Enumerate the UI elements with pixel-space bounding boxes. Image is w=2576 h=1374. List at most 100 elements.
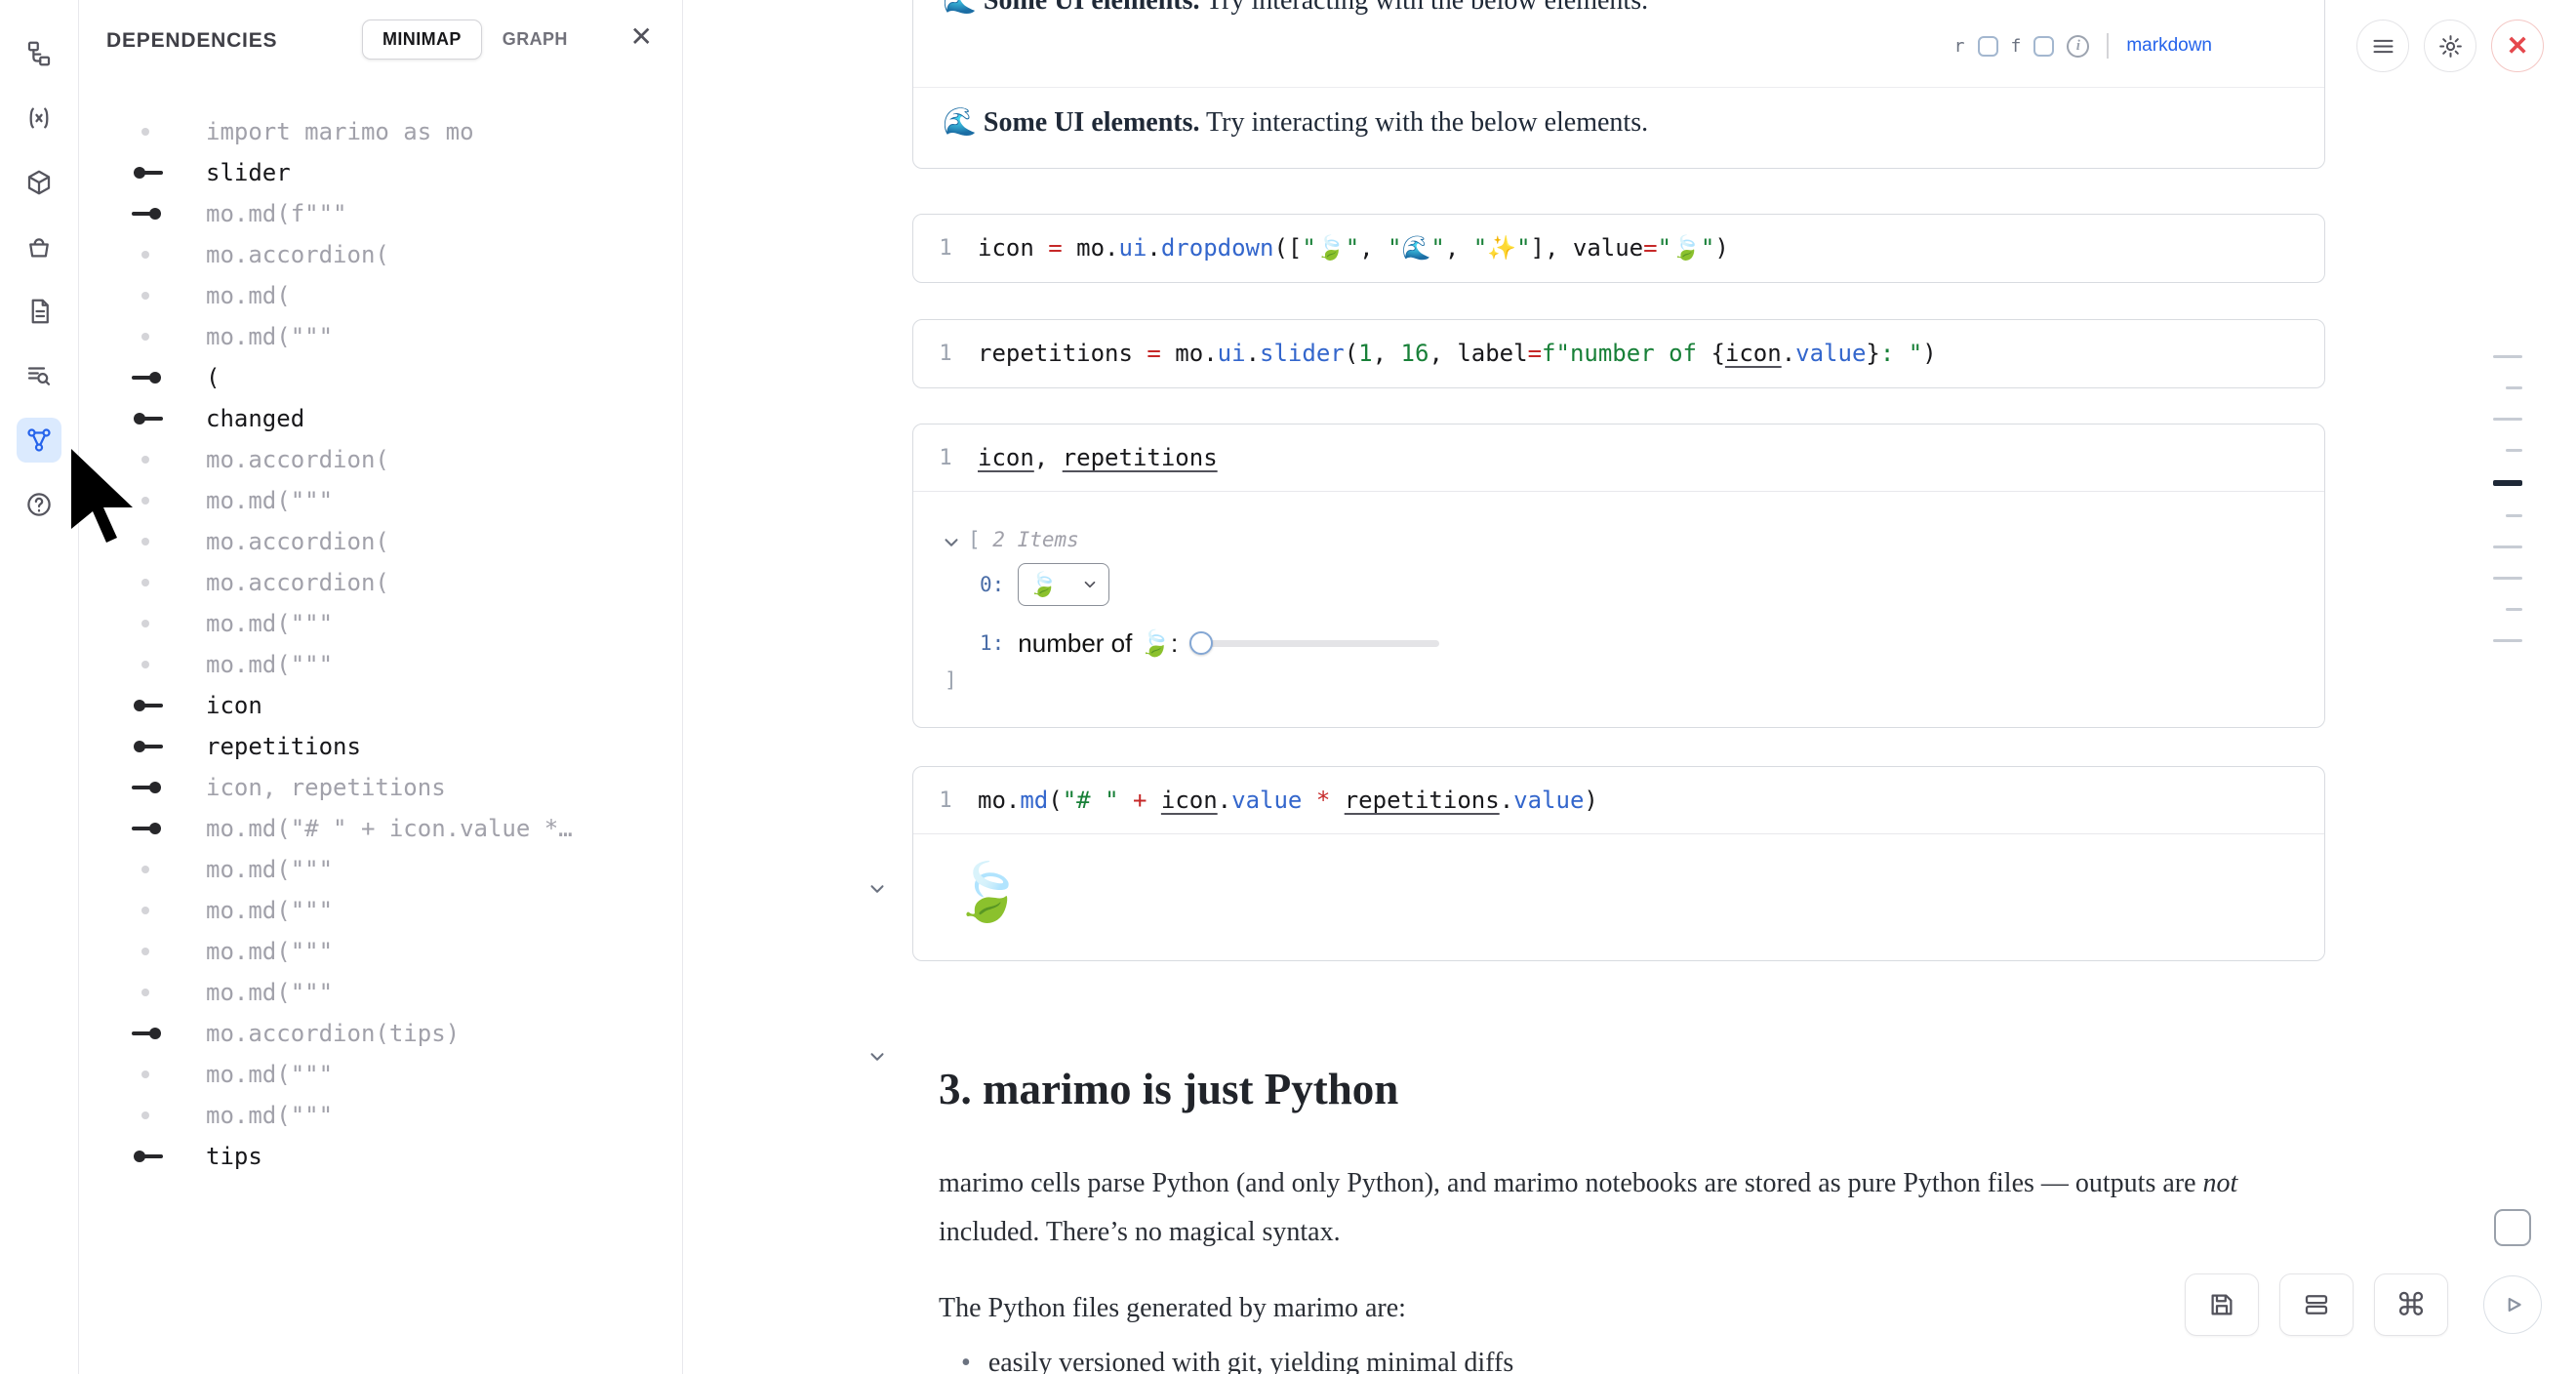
scroll-minimap-line[interactable] — [2493, 480, 2522, 486]
collapse-chevron-icon[interactable] — [941, 532, 962, 558]
minimap-item[interactable]: mo.accordion(tips) — [79, 1013, 681, 1054]
minimap-item-label: mo.accordion( — [206, 446, 389, 473]
menu-button[interactable] — [2356, 20, 2409, 72]
scroll-minimap-line[interactable] — [2506, 608, 2522, 611]
minimap-item-label: mo.accordion( — [206, 241, 389, 268]
cell-connector-icon — [118, 767, 190, 808]
line-number: 1 — [913, 788, 978, 813]
scroll-minimap-line[interactable] — [2506, 386, 2522, 389]
minimap-item[interactable]: icon — [79, 685, 681, 726]
tab-graph[interactable]: GRAPH — [482, 20, 588, 60]
shutdown-button[interactable]: ✕ — [2491, 20, 2544, 72]
slider-track[interactable] — [1189, 640, 1439, 647]
tree-row: 1: number of 🍃: — [980, 622, 1439, 665]
minimap-item[interactable]: mo.accordion( — [79, 562, 681, 603]
minimap-item-label: tips — [206, 1143, 262, 1170]
close-panel-icon[interactable]: ✕ — [630, 23, 653, 51]
close-icon: ✕ — [2507, 33, 2529, 60]
minimap-item[interactable]: mo.accordion( — [79, 234, 681, 275]
minimap-item[interactable]: repetitions — [79, 726, 681, 767]
file-tree-icon[interactable] — [17, 31, 61, 76]
cell-connector-icon — [118, 685, 190, 726]
code-editor[interactable]: repetitions = mo.ui.slider(1, 16, label=… — [978, 340, 1937, 367]
help-icon[interactable] — [17, 482, 61, 527]
reactive-label: r — [1954, 36, 1965, 57]
minimap-item[interactable]: mo.md( — [79, 275, 681, 316]
scroll-minimap-line[interactable] — [2493, 418, 2522, 421]
reactive-checkbox[interactable] — [1978, 36, 1998, 57]
minimap-item[interactable]: slider — [79, 152, 681, 193]
language-label[interactable]: markdown — [2126, 35, 2212, 57]
minimap-item-label: ( — [206, 364, 220, 391]
minimap-item[interactable]: mo.md(""" — [79, 480, 681, 521]
minimap-item[interactable]: mo.md(""" — [79, 1054, 681, 1095]
code-editor[interactable]: mo.md("# " + icon.value * repetitions.va… — [978, 787, 1598, 814]
minimap-item[interactable]: mo.md(""" — [79, 931, 681, 972]
cell-connector-icon — [118, 1136, 190, 1177]
line-number: 1 — [913, 342, 978, 366]
minimap-item[interactable]: mo.md(""" — [79, 890, 681, 931]
minimap-item[interactable]: ( — [79, 357, 681, 398]
minimap-item[interactable]: mo.md(""" — [79, 644, 681, 685]
info-icon[interactable]: i — [2067, 35, 2089, 58]
format-checkbox[interactable] — [2033, 36, 2054, 57]
minimap-item[interactable]: mo.md(""" — [79, 1095, 681, 1136]
minimap-item-label: mo.md(""" — [206, 651, 333, 678]
minimap-item[interactable]: mo.md(""" — [79, 972, 681, 1013]
snippets-icon[interactable] — [17, 96, 61, 141]
scroll-minimap-line[interactable] — [2493, 577, 2522, 580]
minimap-item[interactable]: mo.accordion( — [79, 521, 681, 562]
minimap-item[interactable]: mo.md("# " + icon.value *… — [79, 808, 681, 849]
scroll-minimap-line[interactable] — [2506, 449, 2522, 452]
cell-dot-icon — [118, 890, 190, 931]
minimap-item[interactable]: mo.md(""" — [79, 603, 681, 644]
toolbox-icon[interactable] — [17, 224, 61, 269]
docs-icon[interactable] — [17, 289, 61, 334]
dropdown-select[interactable]: 🍃 — [1018, 563, 1109, 606]
section-heading: 3. marimo is just Python — [939, 1064, 1398, 1114]
scroll-minimap-line[interactable] — [2493, 639, 2522, 642]
minimap-item[interactable]: tips — [79, 1136, 681, 1177]
cell-dot-icon — [118, 111, 190, 152]
layout-button[interactable] — [2279, 1273, 2354, 1336]
minimap-item-label: mo.md(""" — [206, 938, 333, 965]
cell-dot-icon — [118, 1054, 190, 1095]
logs-search-icon[interactable] — [17, 353, 61, 398]
code-editor[interactable]: icon = mo.ui.dropdown(["🍃", "🌊", "✨"], v… — [978, 234, 1729, 262]
minimap-item[interactable]: mo.md(""" — [79, 316, 681, 357]
cell-connector-icon — [118, 357, 190, 398]
tree-close-bracket: ] — [945, 668, 957, 692]
minimap-item[interactable]: import marimo as mo — [79, 111, 681, 152]
code-editor[interactable]: icon, repetitions — [978, 444, 1218, 471]
run-button[interactable] — [2483, 1275, 2542, 1334]
packages-icon[interactable] — [17, 160, 61, 205]
minimap-item-label: mo.accordion( — [206, 528, 389, 555]
scroll-minimap-line[interactable] — [2506, 514, 2522, 517]
minimap-item-label: icon, repetitions — [206, 774, 446, 801]
dependencies-icon[interactable] — [17, 418, 61, 463]
save-button[interactable] — [2185, 1273, 2259, 1336]
scroll-minimap-line[interactable] — [2493, 546, 2522, 548]
minimap-item[interactable]: mo.md(f""" — [79, 193, 681, 234]
minimap-item[interactable]: changed — [79, 398, 681, 439]
slider-handle[interactable] — [1189, 631, 1213, 655]
minimap-item[interactable]: icon, repetitions — [79, 767, 681, 808]
minimap-item[interactable]: mo.md(""" — [79, 849, 681, 890]
cell-dot-icon — [118, 562, 190, 603]
cell-connector-icon — [118, 152, 190, 193]
cell-dot-icon — [118, 521, 190, 562]
minimap-item-label: mo.accordion( — [206, 569, 389, 596]
minimap-item[interactable]: mo.accordion( — [79, 439, 681, 480]
settings-button[interactable] — [2424, 20, 2476, 72]
cell-dot-icon — [118, 972, 190, 1013]
console-toggle-button[interactable] — [2494, 1209, 2531, 1246]
md-output-emoji: 🍃 — [952, 865, 1023, 921]
markdown-source-line[interactable]: 🌊 Some UI elements. Try interacting with… — [943, 0, 1648, 17]
cell-dot-icon — [118, 480, 190, 521]
scroll-minimap-line[interactable] — [2493, 355, 2522, 358]
section-collapse-chevron-icon[interactable] — [866, 1046, 888, 1072]
output-collapse-chevron-icon[interactable] — [866, 878, 888, 905]
code-cell-md: 1 mo.md("# " + icon.value * repetitions.… — [912, 766, 2325, 961]
shortcuts-button[interactable]: ⌘ — [2374, 1273, 2448, 1336]
tab-minimap[interactable]: MINIMAP — [362, 20, 482, 60]
